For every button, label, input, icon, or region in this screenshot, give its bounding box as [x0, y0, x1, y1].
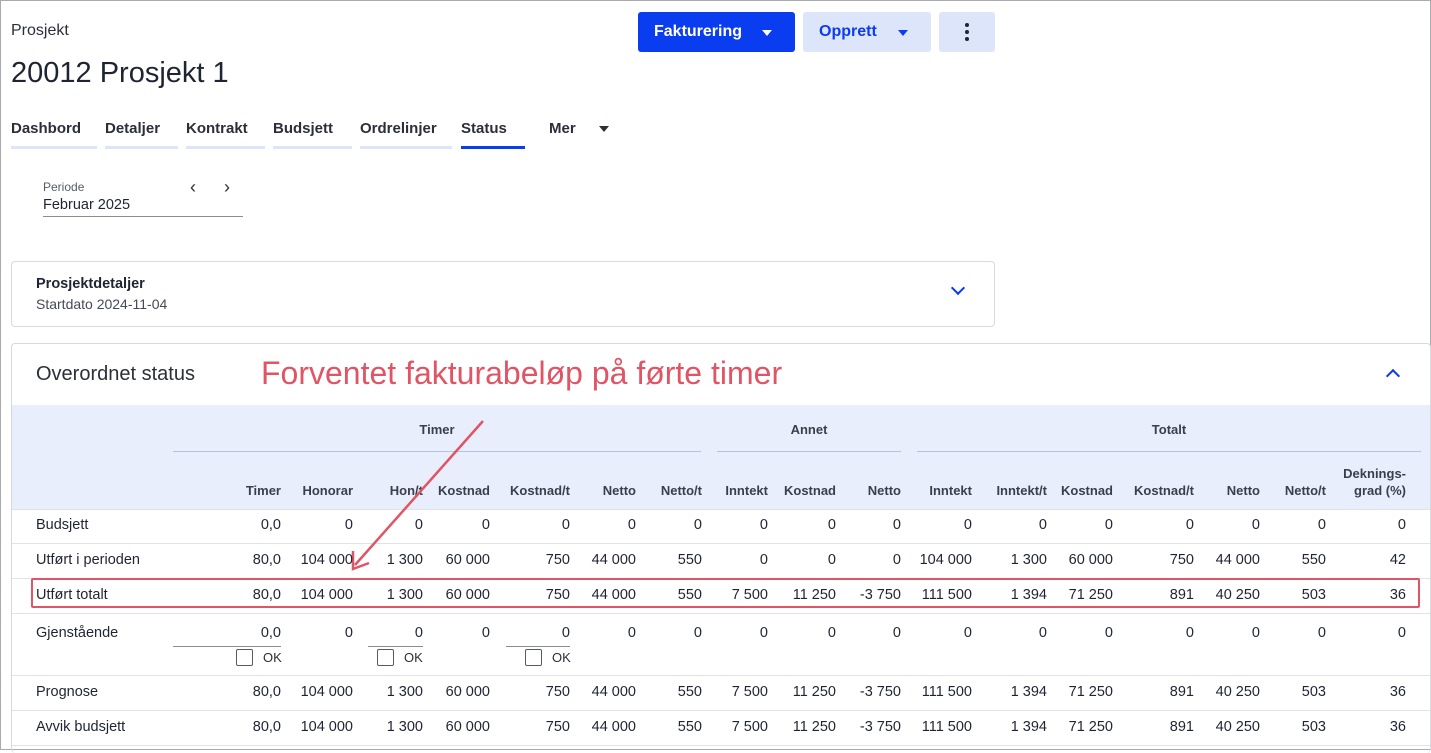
table-cell: 36 [1389, 719, 1406, 735]
table-cell: 60 000 [445, 719, 490, 735]
tab-mer[interactable]: Mer [549, 120, 576, 137]
fakturering-button[interactable]: Fakturering [638, 12, 795, 52]
tab-budsjett[interactable]: Budsjett [273, 120, 352, 149]
tab-mer-label: Mer [549, 120, 576, 137]
table-cell: 60 000 [445, 552, 490, 568]
input-underline [368, 646, 423, 647]
group-header-annet: Annet [790, 422, 828, 437]
row-divider [12, 613, 1430, 614]
opprett-button-label: Opprett [819, 23, 877, 40]
group-header-totalt: Totalt [1151, 422, 1187, 437]
group-divider [717, 451, 901, 452]
column-header: Inntekt [929, 483, 972, 498]
more-actions-button[interactable] [939, 12, 995, 52]
page-title: 20012 Prosjekt 1 [11, 57, 229, 89]
table-cell: 0 [1317, 625, 1326, 641]
column-header: Netto [867, 483, 901, 498]
ok-label: OK [552, 650, 571, 665]
vertical-dots-icon [965, 23, 969, 41]
ok-label: OK [263, 650, 282, 665]
tab-ordrelinjer[interactable]: Ordrelinjer [360, 120, 452, 149]
ok-checkbox-timer[interactable] [236, 649, 253, 666]
table-cell: 36 [1389, 587, 1406, 603]
row-label: Utført totalt [36, 587, 108, 603]
input-underline [506, 646, 570, 647]
table-cell: 36 [1389, 684, 1406, 700]
chevron-right-icon[interactable]: › [217, 177, 237, 198]
fakturering-button-label: Fakturering [654, 23, 743, 40]
table-cell: 71 250 [1068, 719, 1113, 735]
status-title: Overordnet status [36, 363, 195, 385]
table-cell: 60 000 [1068, 552, 1113, 568]
period-label: Periode [43, 180, 85, 194]
chevron-left-icon[interactable]: ‹ [183, 177, 203, 198]
table-cell: 60 000 [445, 587, 490, 603]
table-cell: 71 250 [1068, 684, 1113, 700]
table-cell: 0 [481, 517, 490, 533]
column-header-dekningsgrad: Deknings- grad (%) [1306, 465, 1406, 499]
group-divider [917, 451, 1421, 452]
column-header-line: Deknings- [1343, 466, 1406, 481]
row-label: Utført i perioden [36, 552, 140, 568]
column-header: Kostnad [1061, 483, 1113, 498]
ok-label: OK [404, 650, 423, 665]
input-underline [173, 646, 281, 647]
annotation-text: Forventet fakturabeløp på førte timer [261, 355, 783, 391]
row-divider [12, 710, 1430, 711]
opprett-button[interactable]: Opprett [803, 12, 931, 52]
table-cell: 503 [1301, 719, 1326, 735]
row-label: Gjenstående [36, 625, 119, 641]
row-divider [12, 745, 1430, 746]
caret-down-icon [898, 30, 908, 36]
table-cell: 550 [1301, 552, 1326, 568]
caret-down-icon [762, 30, 772, 36]
table-cell: 0 [1317, 517, 1326, 533]
period-select[interactable]: Februar 2025 [43, 197, 243, 217]
table-cell: 0 [1397, 625, 1406, 641]
table-cell: 71 250 [1068, 587, 1113, 603]
column-header-line: grad (%) [1354, 483, 1406, 498]
table-cell: 0 [1104, 625, 1113, 641]
caret-down-icon[interactable] [599, 126, 609, 132]
project-details-title: Prosjektdetaljer [36, 276, 145, 292]
ok-checkbox-kostnad-t[interactable] [525, 649, 542, 666]
table-cell: 0 [1397, 517, 1406, 533]
project-start-date: Startdato 2024-11-04 [36, 296, 168, 312]
table-cell: 503 [1301, 684, 1326, 700]
tab-status[interactable]: Status [461, 120, 525, 149]
table-cell: 42 [1389, 552, 1406, 568]
table-cell: 0 [1104, 517, 1113, 533]
column-header: Timer [245, 483, 281, 498]
ok-checkbox-hon-t[interactable] [377, 649, 394, 666]
tab-kontrakt[interactable]: Kontrakt [186, 120, 265, 149]
row-label: Avvik budsjett [36, 719, 126, 735]
project-details-card[interactable] [11, 261, 995, 327]
tab-dashbord[interactable]: Dashbord [11, 120, 97, 149]
tab-detaljer[interactable]: Detaljer [105, 120, 178, 149]
row-divider [12, 509, 1430, 510]
table-cell: 503 [1301, 587, 1326, 603]
breadcrumb[interactable]: Prosjekt [11, 22, 69, 40]
row-label: Prognose [36, 684, 99, 700]
row-divider [12, 543, 1430, 544]
table-cell: 60 000 [445, 684, 490, 700]
table-cell: 0 [481, 625, 490, 641]
row-divider [12, 675, 1430, 676]
row-label: Budsjett [36, 517, 89, 533]
